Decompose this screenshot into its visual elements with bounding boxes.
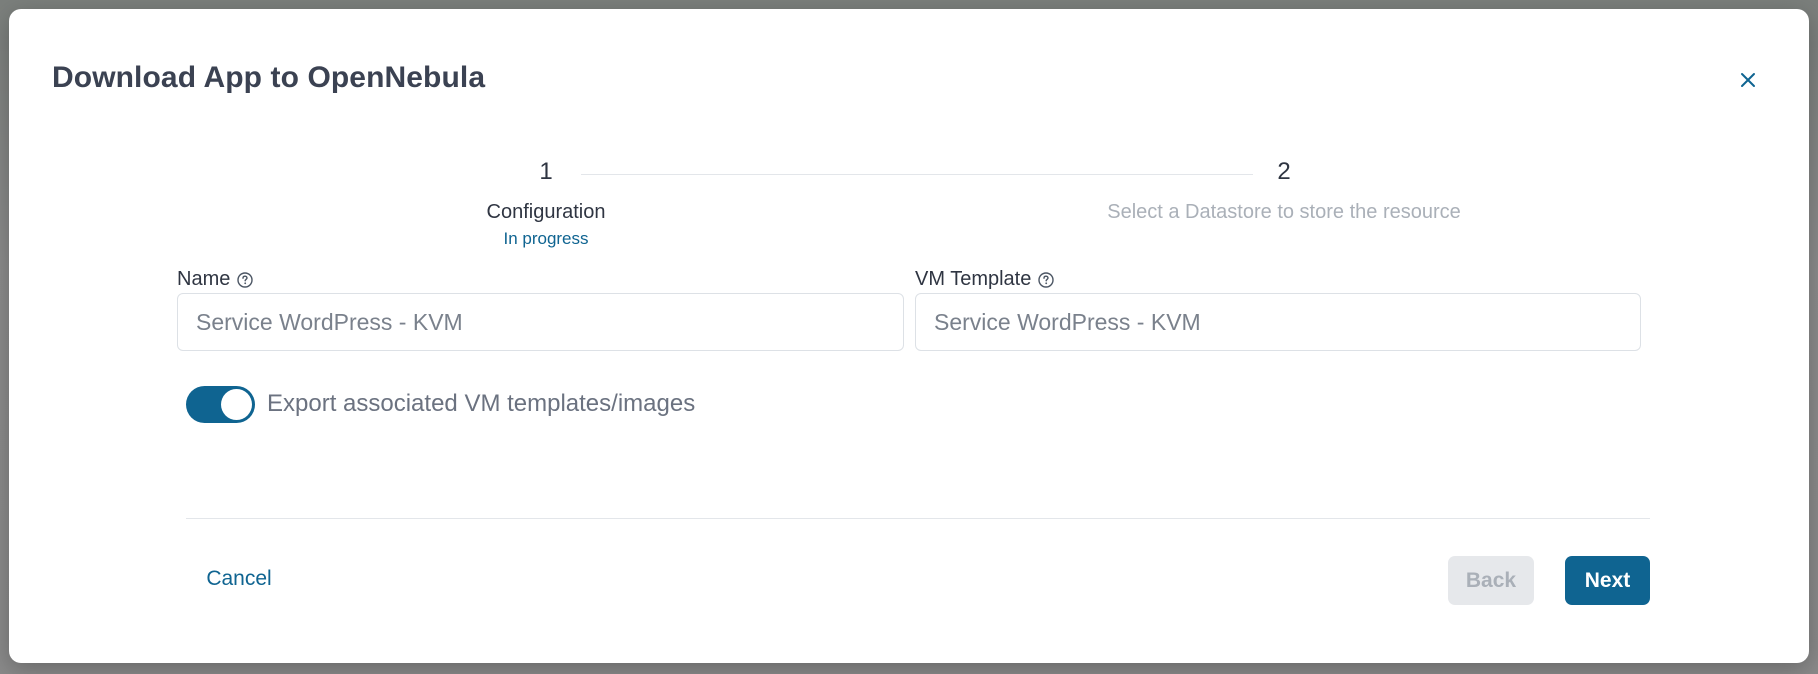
next-button[interactable]: Next bbox=[1565, 556, 1650, 605]
name-label-text: Name bbox=[177, 268, 231, 290]
name-field-label: Name bbox=[177, 268, 254, 291]
help-circle-icon[interactable] bbox=[1037, 271, 1055, 289]
toggle-knob bbox=[221, 389, 252, 420]
vm-template-field-label: VM Template bbox=[915, 268, 1055, 291]
cancel-button[interactable]: Cancel bbox=[189, 555, 289, 603]
vm-template-label-text: VM Template bbox=[915, 268, 1032, 290]
step-1-status: In progress bbox=[503, 229, 589, 248]
step-1-number: 1 bbox=[539, 158, 553, 185]
step-2-label: Select a Datastore to store the resource bbox=[1107, 201, 1461, 223]
name-input[interactable] bbox=[177, 293, 904, 351]
help-circle-icon[interactable] bbox=[236, 271, 254, 289]
export-toggle-label: Export associated VM templates/images bbox=[267, 390, 696, 417]
close-icon bbox=[1739, 71, 1757, 94]
close-button[interactable] bbox=[1735, 69, 1761, 95]
step-2-number: 2 bbox=[1277, 158, 1291, 185]
footer-divider bbox=[186, 518, 1650, 519]
export-toggle[interactable] bbox=[186, 386, 255, 423]
stepper-connector bbox=[581, 174, 1253, 175]
step-1-label: Configuration bbox=[486, 201, 606, 223]
dialog-title: Download App to OpenNebula bbox=[52, 61, 486, 94]
back-button[interactable]: Back bbox=[1448, 556, 1534, 605]
vm-template-input[interactable] bbox=[915, 293, 1641, 351]
download-app-dialog: Download App to OpenNebula 1 2 Configura… bbox=[9, 9, 1809, 663]
